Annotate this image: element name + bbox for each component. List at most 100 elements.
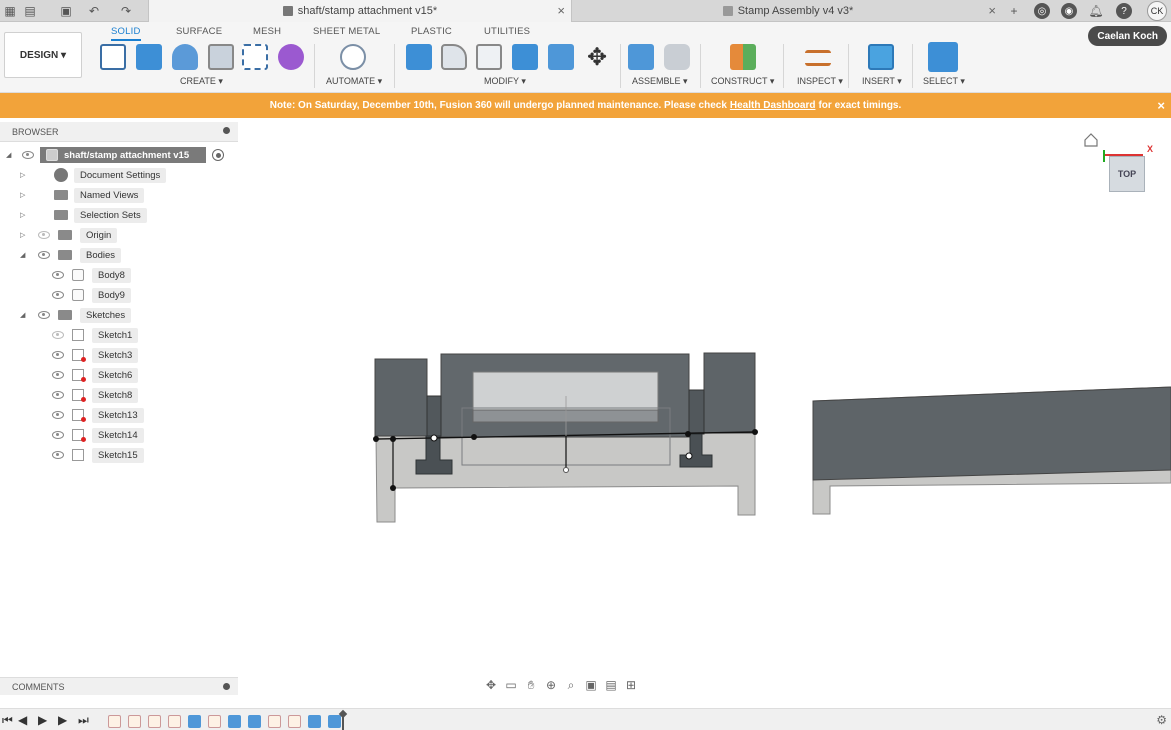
visibility-icon[interactable] <box>52 271 64 279</box>
visibility-icon[interactable] <box>52 351 64 359</box>
revolve-icon[interactable] <box>172 44 198 70</box>
timeline-forward-icon[interactable]: ▶ <box>58 713 67 727</box>
fillet-icon[interactable] <box>441 44 467 70</box>
browser-item-sketches[interactable]: ◢ Sketches <box>20 306 132 324</box>
redo-icon[interactable]: ↷ <box>118 3 134 19</box>
visibility-icon[interactable] <box>38 311 50 319</box>
timeline-settings-icon[interactable]: ⚙ <box>1156 713 1167 727</box>
timeline-sketch-feature[interactable] <box>148 715 161 728</box>
activate-component-icon[interactable] <box>212 149 224 161</box>
browser-item-body8[interactable]: Body8 <box>52 266 131 284</box>
grid-settings-icon[interactable]: ▤ <box>604 678 618 692</box>
visibility-icon[interactable] <box>52 451 64 459</box>
timeline-sketch-feature[interactable] <box>168 715 181 728</box>
browser-item-sketch6[interactable]: Sketch6 <box>52 366 139 384</box>
timeline-sketch-feature[interactable] <box>208 715 221 728</box>
tab-other-document[interactable]: Stamp Assembly v4 v3* × <box>574 0 1002 22</box>
hole-icon[interactable] <box>208 44 234 70</box>
modify-menu[interactable]: MODIFY ▾ <box>484 76 526 87</box>
visibility-icon[interactable] <box>38 251 50 259</box>
collapse-icon[interactable]: ◢ <box>20 311 28 319</box>
display-settings-icon[interactable]: ▣ <box>584 678 598 692</box>
press-pull-icon[interactable] <box>406 44 432 70</box>
viewcube-face-top[interactable]: TOP <box>1109 156 1145 192</box>
expand-icon[interactable]: ▷ <box>20 211 28 219</box>
tab-solid[interactable]: SOLID <box>111 26 141 41</box>
new-tab-icon[interactable]: + <box>1006 3 1022 19</box>
timeline-start-icon[interactable]: ⏮ <box>2 713 13 728</box>
assemble-menu[interactable]: ASSEMBLE ▾ <box>632 76 688 87</box>
visibility-icon[interactable] <box>52 291 64 299</box>
tab-utilities[interactable]: UTILITIES <box>484 26 530 37</box>
automate-menu[interactable]: AUTOMATE ▾ <box>326 76 382 87</box>
zoom-window-icon[interactable]: ⌕ <box>564 678 578 692</box>
tab-plastic[interactable]: PLASTIC <box>411 26 452 37</box>
offset-plane-icon[interactable] <box>730 44 756 70</box>
model-canvas[interactable] <box>240 118 1171 676</box>
tab-sheet-metal[interactable]: SHEET METAL <box>313 26 380 37</box>
notifications-icon[interactable]: 🔔︎ <box>1088 3 1104 19</box>
home-icon[interactable] <box>1084 133 1098 147</box>
browser-item-sketch14[interactable]: Sketch14 <box>52 426 144 444</box>
pattern-icon[interactable] <box>242 44 268 70</box>
visibility-icon[interactable] <box>52 431 64 439</box>
extensions-icon[interactable]: ◎ <box>1034 3 1050 19</box>
close-tab-icon[interactable]: × <box>557 3 565 18</box>
browser-item-document-settings[interactable]: ▷ Document Settings <box>20 166 167 184</box>
save-icon[interactable]: ▣ <box>58 3 74 19</box>
collapse-icon[interactable]: ◢ <box>20 251 28 259</box>
construct-menu[interactable]: CONSTRUCT ▾ <box>711 76 774 87</box>
browser-item-named-views[interactable]: ▷ Named Views <box>20 186 145 204</box>
expand-icon[interactable]: ▷ <box>20 231 28 239</box>
browser-item-sketch8[interactable]: Sketch8 <box>52 386 139 404</box>
new-component-icon[interactable] <box>628 44 654 70</box>
timeline-play-icon[interactable]: ▶ <box>38 713 47 727</box>
measure-icon[interactable] <box>805 50 831 66</box>
timeline-end-icon[interactable]: ⏭ <box>78 713 89 728</box>
health-dashboard-link[interactable]: Health Dashboard <box>730 100 816 111</box>
automate-icon[interactable] <box>340 44 366 70</box>
avatar[interactable]: CK <box>1147 1 1167 21</box>
timeline-extrude-feature[interactable] <box>308 715 321 728</box>
form-icon[interactable] <box>278 44 304 70</box>
timeline-extrude-feature[interactable] <box>228 715 241 728</box>
viewcube[interactable]: TOP X <box>1103 144 1153 196</box>
undo-icon[interactable]: ↶ <box>86 3 102 19</box>
timeline-extrude-feature[interactable] <box>328 715 341 728</box>
close-banner-icon[interactable]: × <box>1157 98 1165 113</box>
close-tab-icon[interactable]: × <box>988 3 996 18</box>
timeline-extrude-feature[interactable] <box>248 715 261 728</box>
look-at-icon[interactable]: ▭ <box>504 678 518 692</box>
select-menu[interactable]: SELECT ▾ <box>923 76 965 87</box>
split-body-icon[interactable] <box>548 44 574 70</box>
inspect-menu[interactable]: INSPECT ▾ <box>797 76 843 87</box>
joint-icon[interactable] <box>664 44 690 70</box>
grid-icon[interactable]: ▦ <box>2 3 18 19</box>
insert-menu[interactable]: INSERT ▾ <box>862 76 902 87</box>
browser-root[interactable]: ◢ shaft/stamp attachment v15 <box>6 146 224 164</box>
select-icon[interactable] <box>928 42 958 72</box>
pan-icon[interactable]: ✋︎ <box>524 678 538 692</box>
combine-icon[interactable] <box>512 44 538 70</box>
tab-active-document[interactable]: shaft/stamp attachment v15* × <box>148 0 572 22</box>
job-status-icon[interactable]: ◉ <box>1061 3 1077 19</box>
extrude-icon[interactable] <box>136 44 162 70</box>
zoom-icon[interactable]: ⊕ <box>544 678 558 692</box>
shell-icon[interactable] <box>476 44 502 70</box>
timeline-sketch-feature[interactable] <box>128 715 141 728</box>
timeline-sketch-feature[interactable] <box>108 715 121 728</box>
browser-item-bodies[interactable]: ◢ Bodies <box>20 246 122 264</box>
orbit-icon[interactable]: ✥ <box>484 678 498 692</box>
comments-panel-header[interactable]: COMMENTS <box>0 677 238 695</box>
visibility-icon[interactable] <box>52 391 64 399</box>
visibility-icon[interactable] <box>52 371 64 379</box>
help-icon[interactable]: ? <box>1116 3 1132 19</box>
visibility-icon[interactable] <box>38 231 50 239</box>
expand-icon[interactable]: ▷ <box>20 171 28 179</box>
insert-image-icon[interactable] <box>868 44 894 70</box>
timeline-extrude-feature[interactable] <box>188 715 201 728</box>
tab-mesh[interactable]: MESH <box>253 26 281 37</box>
browser-item-sketch13[interactable]: Sketch13 <box>52 406 144 424</box>
create-sketch-icon[interactable] <box>100 44 126 70</box>
canvas-viewport[interactable]: TOP X <box>240 118 1171 676</box>
